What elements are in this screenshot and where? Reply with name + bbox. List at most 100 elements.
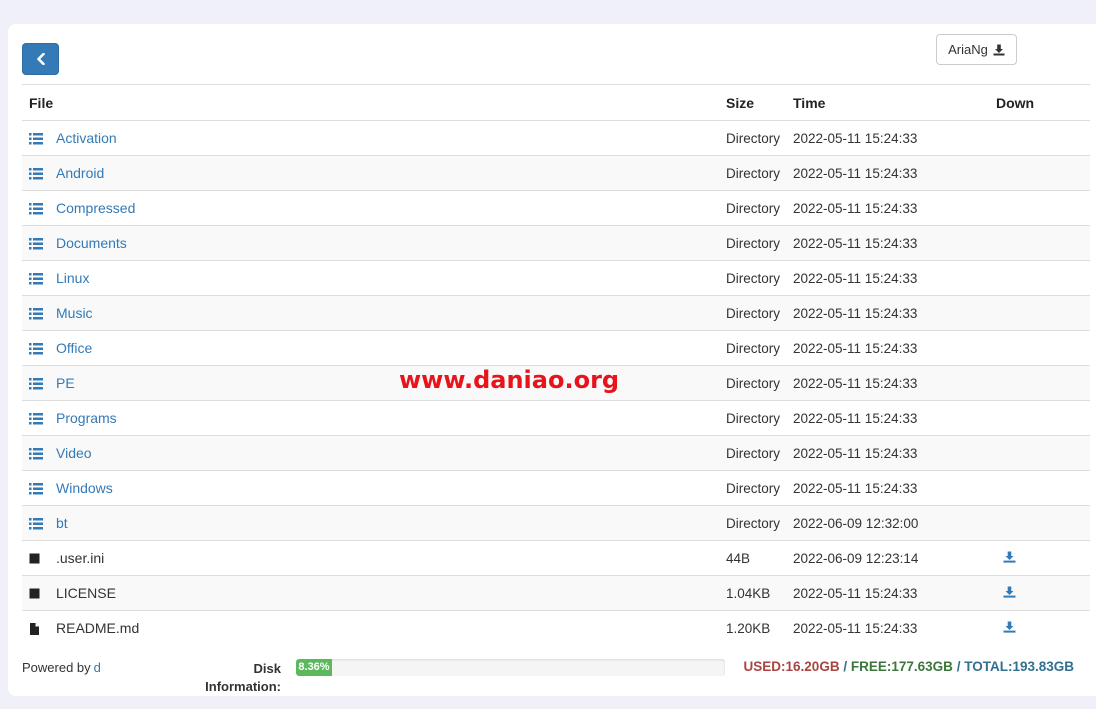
chevron-left-icon [36,53,45,65]
table-row: README.md 1.20KB 2022-05-11 15:24:33 [22,610,1090,645]
file-download-cell [996,575,1090,611]
download-icon[interactable] [1003,550,1016,566]
column-header-file[interactable]: File [22,84,726,121]
file-download-cell [996,155,1090,191]
disk-usage-progress-fill: 8.36% [296,659,332,676]
list-icon [29,202,43,215]
file-size-cell: Directory [726,330,793,366]
file-download-cell [996,225,1090,261]
table-row: Activation Directory 2022-05-11 15:24:33 [22,120,1090,156]
list-icon [29,167,43,180]
file-time-cell: 2022-05-11 15:24:33 [793,225,996,261]
back-button[interactable] [22,43,59,75]
table-row: Programs Directory 2022-05-11 15:24:33 [22,400,1090,436]
disk-usage-progress: 8.36% [296,659,725,676]
file-name-cell: Android [22,155,726,191]
folder-link[interactable]: Linux [56,270,89,286]
table-row: Android Directory 2022-05-11 15:24:33 [22,155,1090,191]
file-size-cell: Directory [726,190,793,226]
powered-by-label: Powered by [22,660,91,675]
powered-by: Powered by d [22,660,101,675]
file-download-cell [996,540,1090,576]
file-time-cell: 2022-06-09 12:23:14 [793,540,996,576]
table-header-row: File Size Time Down [22,84,1090,121]
disk-separator: / [956,659,961,674]
file-name: .user.ini [56,550,105,566]
disk-total: TOTAL:193.83GB [964,659,1074,674]
ariang-button[interactable]: AriaNg [936,34,1017,65]
folder-link[interactable]: Programs [56,410,117,426]
file-name: LICENSE [56,585,116,601]
folder-link[interactable]: Activation [56,130,117,146]
file-time-cell: 2022-05-11 15:24:33 [793,400,996,436]
file-time-cell: 2022-05-11 15:24:33 [793,470,996,506]
list-icon [29,377,43,390]
file-name-cell: Video [22,435,726,471]
list-icon [29,447,43,460]
file-size-cell: Directory [726,505,793,541]
download-icon[interactable] [1003,585,1016,601]
table-row: LICENSE 1.04KB 2022-05-11 15:24:33 [22,575,1090,611]
table-row: .user.ini 44B 2022-06-09 12:23:14 [22,540,1090,576]
table-row: Office Directory 2022-05-11 15:24:33 [22,330,1090,366]
square-icon [29,587,43,599]
file-size-cell: Directory [726,225,793,261]
disk-information-label: Disk Information: [193,660,281,696]
file-time-cell: 2022-05-11 15:24:33 [793,365,996,401]
file-size-cell: Directory [726,365,793,401]
file-name-cell: bt [22,505,726,541]
column-header-size[interactable]: Size [726,84,793,121]
folder-link[interactable]: Documents [56,235,127,251]
column-header-down: Down [996,84,1090,121]
disk-stats: USED:16.20GB / FREE:177.63GB / TOTAL:193… [744,659,1074,674]
folder-link[interactable]: bt [56,515,68,531]
file-name-cell: Compressed [22,190,726,226]
watermark-text: www.daniao.org [399,366,620,394]
folder-link[interactable]: Video [56,445,92,461]
ariang-button-label: AriaNg [948,42,988,57]
download-icon [993,44,1005,55]
file-download-cell [996,435,1090,471]
table-row: Linux Directory 2022-05-11 15:24:33 [22,260,1090,296]
disk-free: FREE:177.63GB [850,659,953,674]
folder-link[interactable]: Music [56,305,93,321]
file-download-cell [996,295,1090,331]
list-icon [29,307,43,320]
file-size-cell: Directory [726,400,793,436]
folder-link[interactable]: Office [56,340,92,356]
file-time-cell: 2022-06-09 12:32:00 [793,505,996,541]
column-header-time[interactable]: Time [793,84,996,121]
folder-link[interactable]: PE [56,375,75,391]
file-size-cell: Directory [726,155,793,191]
file-time-cell: 2022-05-11 15:24:33 [793,295,996,331]
disk-label-line2: Information: [205,679,281,694]
file-time-cell: 2022-05-11 15:24:33 [793,575,996,611]
file-time-cell: 2022-05-11 15:24:33 [793,120,996,156]
table-row: Music Directory 2022-05-11 15:24:33 [22,295,1090,331]
file-name-cell: Office [22,330,726,366]
file-size-cell: 1.04KB [726,575,793,611]
file-download-cell [996,260,1090,296]
table-row: Windows Directory 2022-05-11 15:24:33 [22,470,1090,506]
file-time-cell: 2022-05-11 15:24:33 [793,190,996,226]
table-row: Video Directory 2022-05-11 15:24:33 [22,435,1090,471]
download-icon[interactable] [1003,620,1016,636]
file-download-cell [996,120,1090,156]
file-size-cell: Directory [726,120,793,156]
file-name-cell: Music [22,295,726,331]
folder-link[interactable]: Compressed [56,200,135,216]
folder-link[interactable]: Android [56,165,104,181]
powered-by-link[interactable]: d [94,660,101,675]
table-row: Documents Directory 2022-05-11 15:24:33 [22,225,1090,261]
square-icon [29,552,43,564]
file-icon [29,622,43,635]
file-name-cell: LICENSE [22,575,726,611]
list-icon [29,272,43,285]
file-time-cell: 2022-05-11 15:24:33 [793,435,996,471]
disk-label-line1: Disk [253,661,281,676]
file-time-cell: 2022-05-11 15:24:33 [793,260,996,296]
folder-link[interactable]: Windows [56,480,113,496]
list-icon [29,342,43,355]
file-time-cell: 2022-05-11 15:24:33 [793,610,996,645]
file-size-cell: Directory [726,260,793,296]
